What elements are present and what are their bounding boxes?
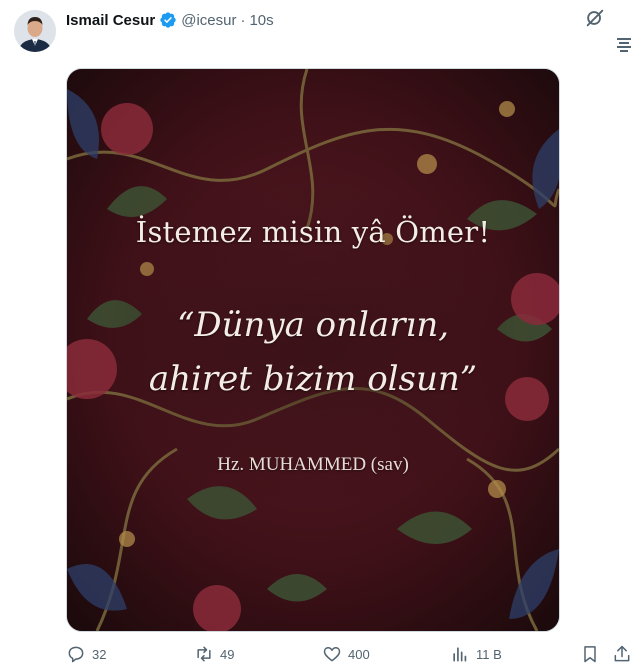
- tweet-actions-bar: 32 49 400 11 B: [66, 642, 630, 666]
- repost-count: 49: [220, 646, 235, 662]
- views-icon: [453, 647, 467, 662]
- bookmark-icon: [584, 646, 596, 663]
- avatar[interactable]: [14, 10, 56, 52]
- author-name[interactable]: Ismail Cesur: [66, 12, 155, 29]
- separator-dot: ·: [240, 11, 246, 29]
- floral-background-image: [67, 69, 559, 631]
- quote-line-1: “Dünya onların,: [176, 305, 450, 345]
- more-icon: [617, 38, 631, 52]
- tweet-header: Ismail Cesur @icesur · 10s: [66, 10, 274, 30]
- grok-button[interactable]: [583, 6, 607, 30]
- views-count: 11 B: [476, 646, 502, 662]
- like-button[interactable]: 400: [322, 642, 370, 666]
- timestamp[interactable]: 10s: [249, 12, 273, 29]
- quote-author: Hz. MUHAMMED (sav): [217, 454, 409, 475]
- verified-badge-icon: [160, 12, 176, 28]
- quote-line-2: ahiret bizim olsun”: [148, 359, 478, 399]
- quote-heading: İstemez misin yâ Ömer!: [135, 215, 491, 249]
- reply-count: 32: [92, 646, 107, 662]
- author-handle[interactable]: @icesur: [181, 12, 236, 29]
- share-button[interactable]: [612, 642, 632, 666]
- avatar-image: [14, 10, 56, 52]
- reply-icon: [68, 646, 84, 663]
- reply-button[interactable]: 32: [66, 642, 106, 666]
- heart-icon: [323, 647, 341, 662]
- bookmark-button[interactable]: [580, 642, 600, 666]
- repost-button[interactable]: 49: [194, 642, 234, 666]
- views-button[interactable]: 11 B: [450, 642, 502, 666]
- grok-icon: [586, 9, 604, 27]
- like-count: 400: [348, 646, 370, 662]
- more-options-button[interactable]: [614, 34, 634, 54]
- repost-icon: [197, 646, 211, 662]
- tweet-image[interactable]: İstemez misin yâ Ömer! “Dünya onların, a…: [66, 68, 560, 632]
- share-icon: [614, 645, 630, 662]
